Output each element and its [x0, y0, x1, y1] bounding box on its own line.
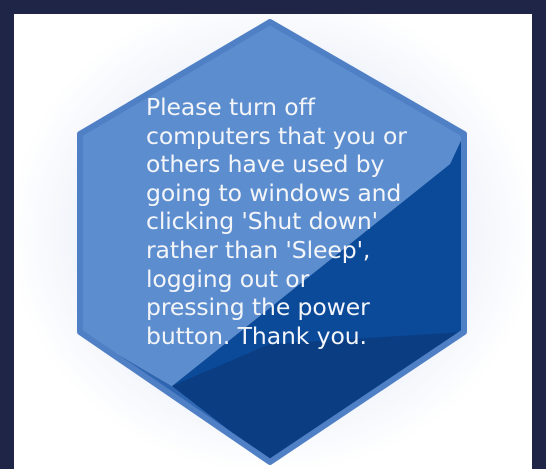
notice-panel: Please turn off computers that you or ot…	[14, 14, 532, 469]
page-frame: Please turn off computers that you or ot…	[0, 0, 546, 469]
shutdown-notice-text: Please turn off computers that you or ot…	[146, 93, 407, 350]
